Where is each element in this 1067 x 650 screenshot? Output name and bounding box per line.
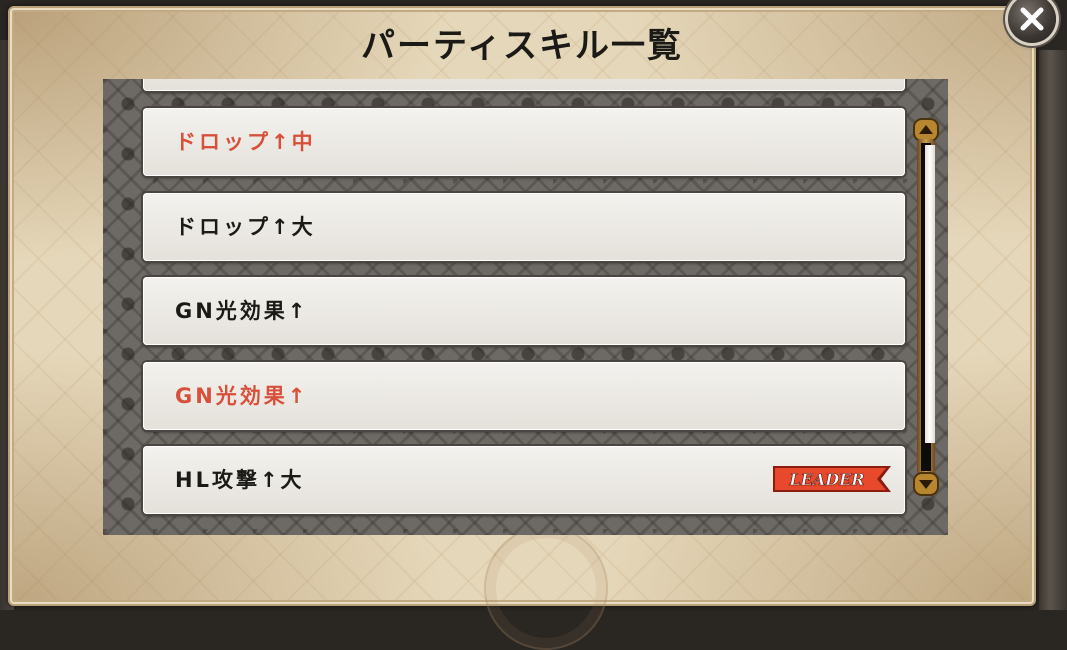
skill-row[interactable]: HL攻撃↑大 LEADER — [143, 446, 905, 514]
dialog-title: パーティスキル一覧 — [361, 26, 683, 66]
scrollbar[interactable] — [913, 117, 939, 497]
skill-name: GN光効果↑ — [175, 299, 309, 323]
skill-name: GN光効果↑ — [175, 384, 309, 408]
decorative-seal — [484, 526, 608, 650]
chevron-down-icon[interactable] — [913, 471, 939, 497]
skill-row[interactable]: ドロップ↑中 — [143, 108, 905, 176]
skill-row[interactable] — [143, 79, 905, 91]
skill-name: HL攻撃↑大 — [175, 468, 305, 492]
scroll-track[interactable] — [917, 139, 935, 475]
skill-row[interactable]: GN光効果↑ — [143, 362, 905, 430]
scroll-track-inner — [921, 143, 935, 471]
leader-badge-label: LEADER — [788, 470, 864, 489]
leader-badge: LEADER — [773, 465, 891, 493]
close-button[interactable] — [1008, 0, 1056, 43]
party-skill-list[interactable]: ドロップ↑中 ドロップ↑大 GN光効果↑ GN光効果↑ HL攻撃↑大 LEADE… — [103, 79, 948, 535]
close-icon — [1020, 7, 1044, 31]
background-edge-right — [1039, 50, 1067, 610]
skill-name: ドロップ↑大 — [175, 215, 316, 239]
skill-row[interactable]: GN光効果↑ — [143, 277, 905, 345]
skill-row[interactable]: ドロップ↑大 — [143, 193, 905, 261]
skill-name: ドロップ↑中 — [175, 130, 316, 154]
scroll-thumb[interactable] — [925, 145, 935, 443]
